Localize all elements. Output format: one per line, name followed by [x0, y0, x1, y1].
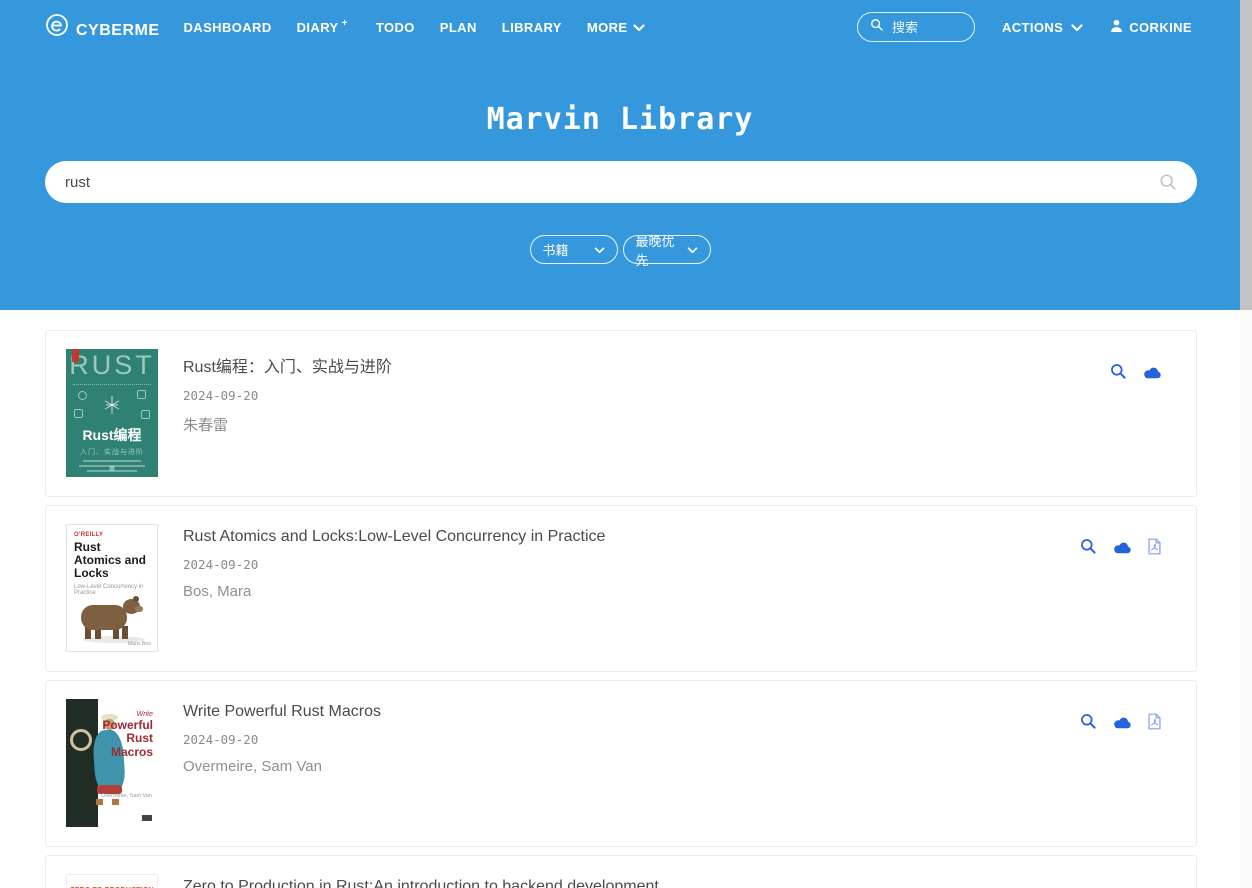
- pdf-file-icon[interactable]: [1147, 713, 1162, 730]
- book-card: Write Powerful Rust Macros Overmeire, Sa…: [45, 680, 1197, 847]
- book-date: 2024-09-20: [183, 557, 605, 572]
- book-cover: Write Powerful Rust Macros Overmeire, Sa…: [66, 699, 158, 827]
- search-icon[interactable]: [1159, 173, 1177, 196]
- nav-search-input[interactable]: [892, 20, 962, 35]
- user-icon: [1110, 19, 1123, 35]
- chevron-down-icon: [1071, 20, 1083, 35]
- page: CyberMe DASHBOARD DIARY+ TODO PLAN: [0, 0, 1252, 888]
- nav-item-more[interactable]: MORE: [587, 20, 646, 35]
- book-author: 朱春雷: [183, 414, 392, 435]
- cloud-download-icon[interactable]: [1142, 365, 1162, 379]
- chevron-down-icon: [687, 242, 698, 257]
- book-card: O'REILLY Rust Atomics and Locks Low-Leve…: [45, 505, 1197, 672]
- nav-item-plan[interactable]: PLAN: [440, 20, 477, 35]
- nav-item-dashboard[interactable]: DASHBOARD: [184, 20, 272, 35]
- nav-item-todo[interactable]: TODO: [376, 20, 415, 35]
- logo-icon: [45, 13, 69, 42]
- publisher-logo: [142, 815, 152, 821]
- card-actions: [1080, 538, 1162, 555]
- pdf-file-icon[interactable]: [1147, 538, 1162, 555]
- filter-sort-select[interactable]: 最晚优先: [623, 235, 711, 264]
- page-title: Marvin Library: [0, 54, 1240, 137]
- nav-item-diary[interactable]: DIARY+: [297, 20, 351, 35]
- book-title: Rust Atomics and Locks:Low-Level Concurr…: [183, 528, 605, 546]
- bear-illustration: [75, 593, 151, 643]
- book-title: Zero to Production in Rust:An introducti…: [183, 878, 659, 888]
- scrollbar-thumb[interactable]: [1240, 0, 1252, 310]
- results-list: RUST: [45, 330, 1197, 888]
- preview-search-icon[interactable]: [1080, 713, 1097, 730]
- user-menu[interactable]: CORKINE: [1110, 19, 1192, 35]
- preview-search-icon[interactable]: [1110, 363, 1127, 380]
- filter-row: 书籍 最晚优先: [0, 235, 1240, 264]
- header: CyberMe DASHBOARD DIARY+ TODO PLAN: [0, 0, 1240, 310]
- filter-type-select[interactable]: 书籍: [530, 235, 618, 264]
- book-title: Write Powerful Rust Macros: [183, 703, 381, 721]
- nav-right: ACTIONS CORKINE: [857, 12, 1192, 42]
- user-name: CORKINE: [1129, 20, 1192, 35]
- book-date: 2024-09-20: [183, 388, 392, 403]
- chevron-down-icon: [594, 242, 605, 257]
- chevron-down-icon: [633, 20, 645, 35]
- vertical-scrollbar[interactable]: [1240, 0, 1252, 888]
- logo[interactable]: CyberMe: [45, 13, 160, 42]
- book-title: Rust编程：入门、实战与进阶: [183, 353, 392, 377]
- book-cover: O'REILLY Rust Atomics and Locks Low-Leve…: [66, 524, 158, 652]
- library-search-input[interactable]: [65, 174, 1115, 191]
- nav-search[interactable]: [857, 12, 975, 42]
- book-date: 2024-09-20: [183, 732, 381, 747]
- book-cover: ZERO TO PRODUCTION IN RUST: [66, 874, 158, 888]
- book-author: Bos, Mara: [183, 583, 605, 600]
- nav-items: DASHBOARD DIARY+ TODO PLAN LIBRARY: [184, 20, 646, 35]
- book-cover: RUST: [66, 349, 158, 477]
- cloud-download-icon[interactable]: [1112, 540, 1132, 554]
- diary-plus-badge: +: [342, 18, 348, 29]
- card-actions: [1110, 363, 1162, 380]
- card-actions: [1080, 713, 1162, 730]
- book-card: RUST: [45, 330, 1197, 497]
- search-icon: [870, 18, 884, 37]
- library-search-bar[interactable]: [45, 161, 1197, 203]
- nav-item-library[interactable]: LIBRARY: [502, 20, 562, 35]
- actions-menu[interactable]: ACTIONS: [1002, 20, 1083, 35]
- preview-search-icon[interactable]: [1080, 538, 1097, 555]
- cloud-download-icon[interactable]: [1112, 715, 1132, 729]
- top-nav: CyberMe DASHBOARD DIARY+ TODO PLAN: [0, 0, 1240, 54]
- logo-text: CyberMe: [76, 14, 160, 41]
- book-author: Overmeire, Sam Van: [183, 758, 381, 775]
- book-card: ZERO TO PRODUCTION IN RUST Zero to Produ…: [45, 855, 1197, 888]
